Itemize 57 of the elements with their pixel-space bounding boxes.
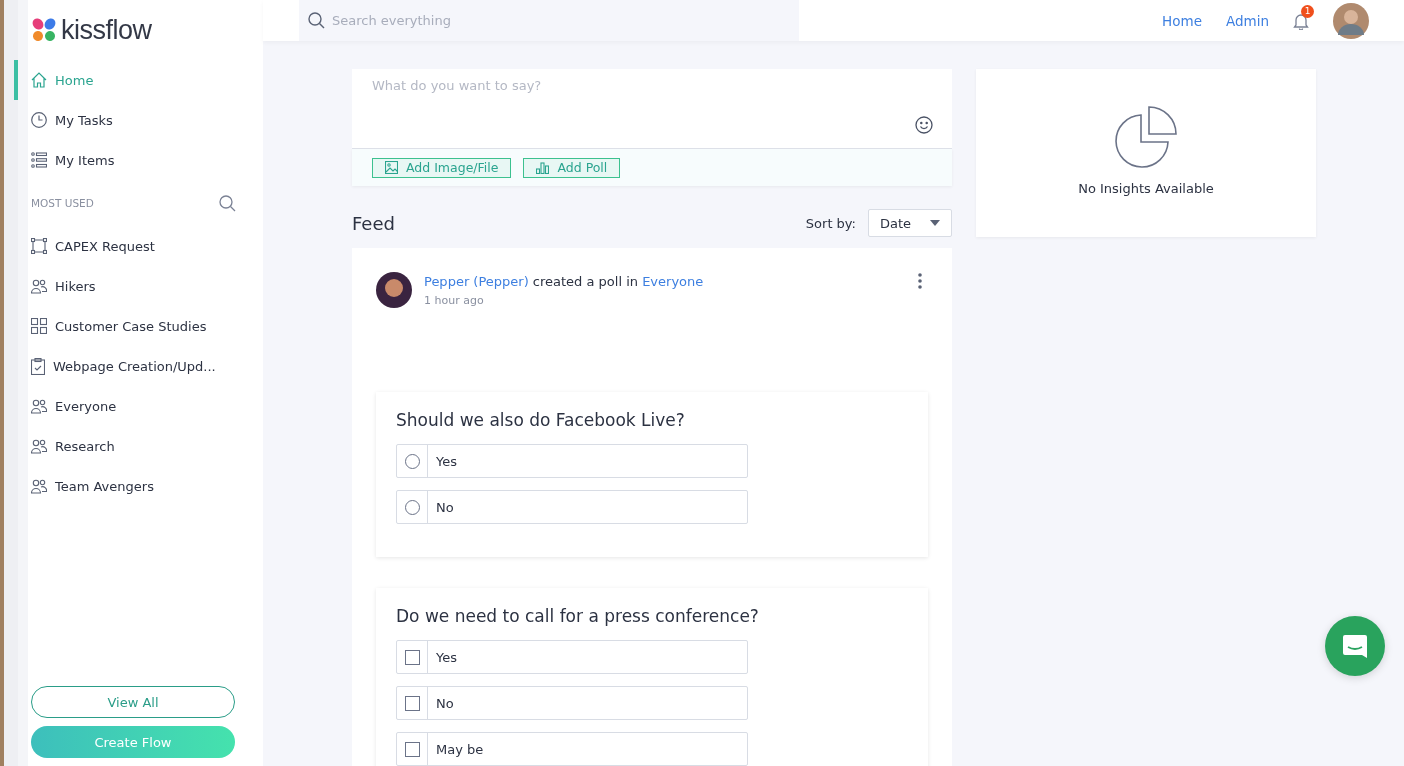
nav-item[interactable]: Webpage Creation/Upd... — [28, 346, 263, 386]
checkbox[interactable] — [404, 695, 420, 711]
poll-option[interactable]: May be — [396, 732, 748, 766]
poll-option[interactable]: Yes — [396, 444, 748, 478]
people-icon — [31, 478, 47, 494]
caret-icon — [930, 220, 940, 226]
people-icon — [31, 438, 47, 454]
clipboard-icon — [31, 357, 45, 375]
nav-item[interactable]: Everyone — [28, 386, 263, 426]
list-icon — [31, 152, 47, 168]
post-time: 1 hour ago — [424, 294, 485, 307]
sort-dropdown[interactable]: Date — [868, 209, 952, 237]
top-link[interactable]: Admin — [1225, 12, 1269, 29]
poll-option[interactable]: No — [396, 686, 748, 720]
logo-text: kissflow — [61, 14, 152, 46]
poll-question: Should we also do Facebook Live? — [396, 410, 686, 430]
group-link[interactable]: Everyone — [642, 274, 704, 289]
pie-chart-icon — [1114, 105, 1178, 169]
nav-item[interactable]: Research — [28, 426, 263, 466]
more-icon[interactable] — [918, 273, 922, 289]
user-avatar[interactable] — [1333, 2, 1369, 39]
logo-icon — [31, 17, 57, 43]
feed-title: Feed — [352, 212, 396, 234]
top-link[interactable]: Home — [1162, 12, 1202, 29]
author-link[interactable]: Pepper (Pepper) — [424, 274, 529, 289]
checkbox[interactable] — [404, 649, 420, 665]
nav-item[interactable]: Team Avengers — [28, 466, 263, 506]
search-icon[interactable] — [219, 194, 236, 212]
section-heading: MOST USED — [31, 197, 94, 209]
home-icon — [31, 72, 47, 88]
search-field[interactable]: Search everything — [299, 0, 799, 41]
clock-icon — [31, 112, 47, 128]
notification-badge: 1 — [1301, 4, 1314, 18]
chat-button[interactable] — [1325, 616, 1385, 676]
nav-item[interactable]: My Tasks — [28, 100, 263, 140]
people-icon — [31, 398, 47, 414]
post-summary: Pepper (Pepper) created a poll in Everyone — [424, 274, 705, 289]
post-input[interactable]: What do you want to say? — [352, 69, 952, 149]
nav-item[interactable]: Customer Case Studies — [28, 306, 263, 346]
poll-question: Do we need to call for a press conference? — [396, 606, 760, 626]
grid-icon — [31, 318, 47, 334]
nav-item[interactable]: My Items — [28, 140, 263, 180]
search-icon — [308, 12, 325, 29]
poll-option[interactable]: Yes — [396, 640, 748, 674]
nav-item[interactable]: CAPEX Request — [28, 226, 263, 266]
chat-icon — [1341, 632, 1369, 660]
nav-item[interactable]: Hikers — [28, 266, 263, 306]
empty-message: No Insights Available — [1078, 181, 1214, 196]
people-icon — [31, 278, 47, 294]
poll-option[interactable]: No — [396, 490, 748, 524]
bar-chart-icon — [536, 161, 550, 174]
author-avatar — [376, 272, 412, 308]
smiley-icon[interactable] — [915, 116, 933, 134]
checkbox[interactable] — [404, 741, 420, 757]
sort-label: Sort by: — [805, 215, 856, 231]
image-icon — [385, 161, 398, 174]
flow-icon — [31, 238, 47, 254]
